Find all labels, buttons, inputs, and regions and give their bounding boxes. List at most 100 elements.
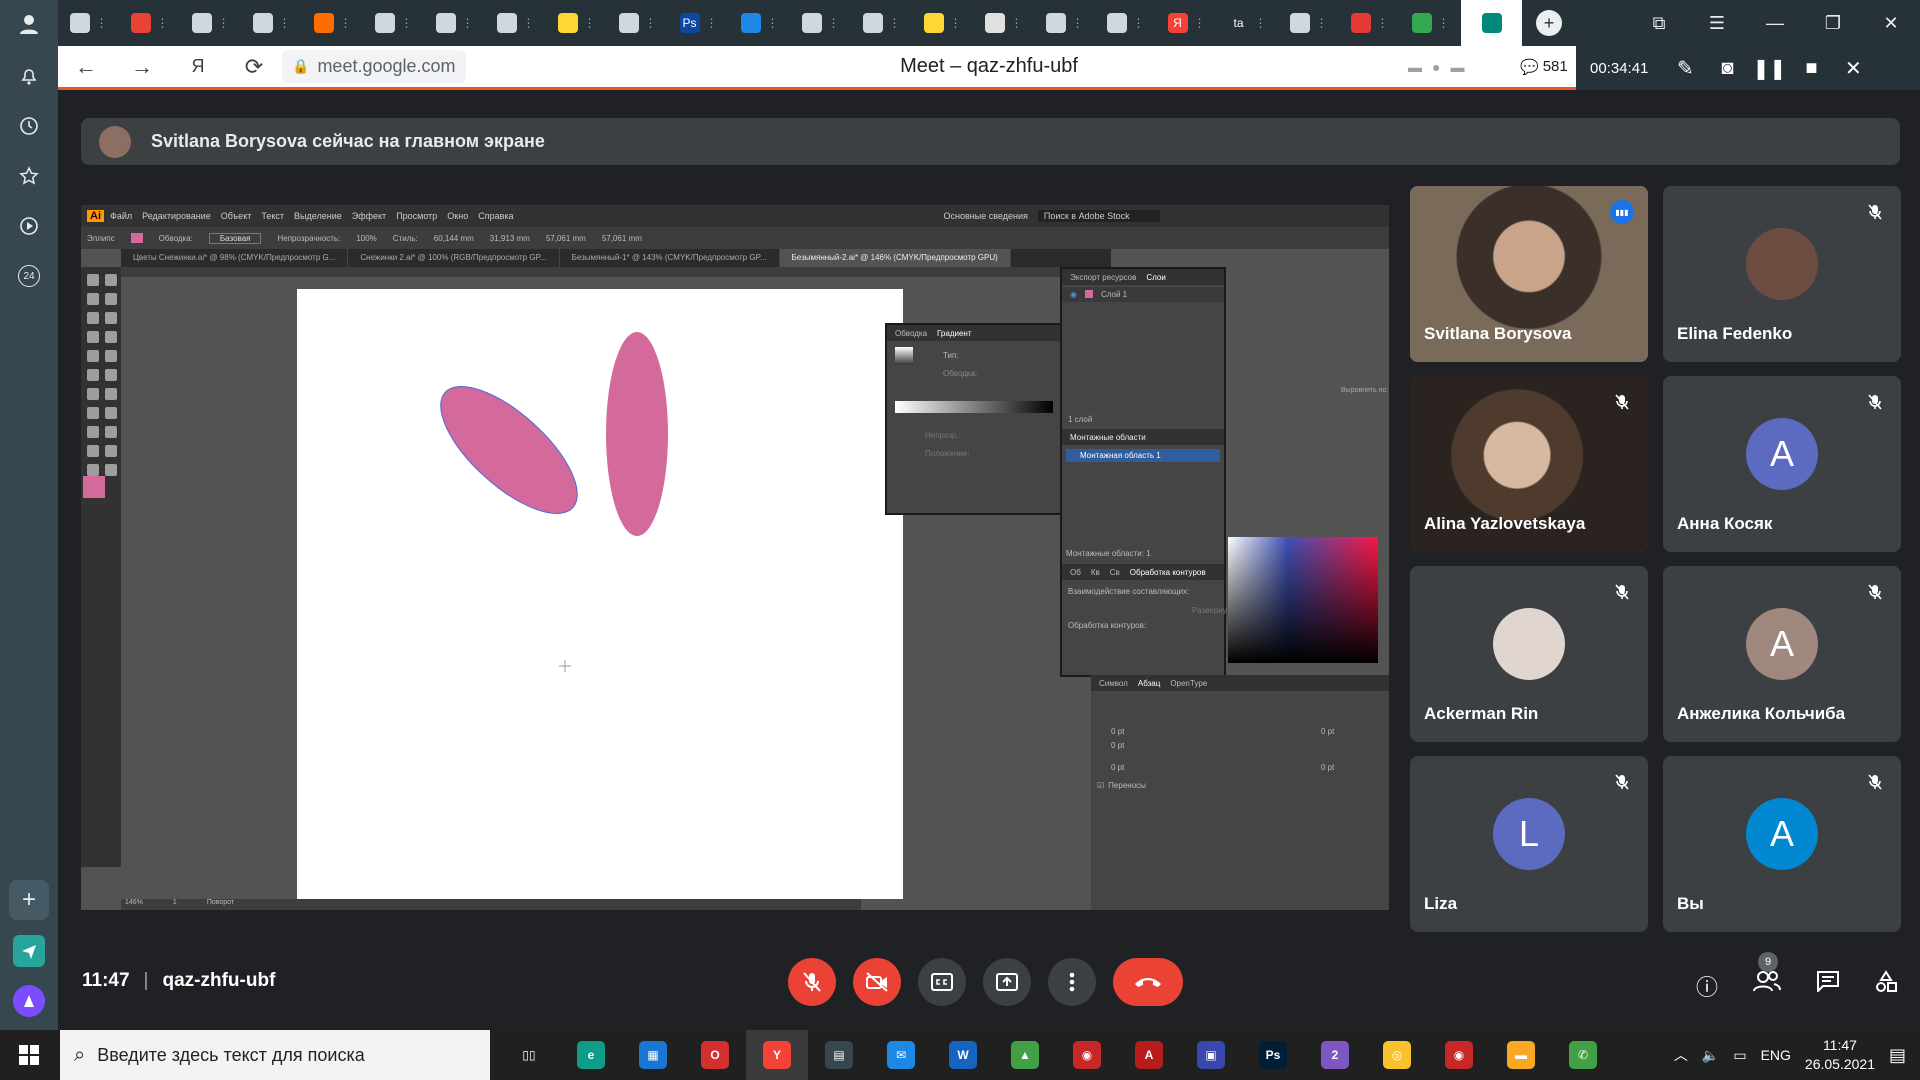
chat-indicator-icon[interactable]: ▬ [1450, 59, 1464, 75]
para-space-before[interactable]: 0 pt [1111, 763, 1124, 772]
pencil-icon[interactable]: ✎ [1664, 56, 1706, 81]
taskbar-app-word[interactable]: W [932, 1030, 994, 1080]
network-icon[interactable]: ▭ [1733, 1047, 1746, 1064]
ai-tool[interactable] [87, 350, 99, 362]
new-tab-button[interactable]: + [1536, 10, 1562, 36]
ai-tool[interactable] [105, 274, 117, 286]
ai-menu-view[interactable]: Просмотр [396, 211, 437, 221]
ai-tool[interactable] [105, 464, 117, 476]
notifications-icon[interactable]: ▤ [1889, 1045, 1906, 1066]
browser-tab[interactable]: ⋮ [424, 0, 485, 46]
activities-icon[interactable] [1874, 970, 1898, 1002]
browser-tab[interactable]: ⋮ [302, 0, 363, 46]
ai-tool[interactable] [105, 350, 117, 362]
taskbar-app-save-app[interactable]: ▣ [1180, 1030, 1242, 1080]
layers-tab-layers[interactable]: Слои [1146, 273, 1165, 282]
browser-tab[interactable]: ⋮ [1095, 0, 1156, 46]
ai-tool[interactable] [105, 331, 117, 343]
ai-workspace[interactable]: Основные сведения [944, 211, 1028, 221]
participant-tile[interactable]: Ackerman Rin [1410, 566, 1648, 742]
browser-tab[interactable]: ⋮ [546, 0, 607, 46]
para-tab-opentype[interactable]: OpenType [1170, 679, 1207, 688]
mic-off-button[interactable] [788, 958, 836, 1006]
send-app-icon[interactable] [13, 935, 45, 967]
para-indent-first[interactable]: 0 pt [1111, 741, 1124, 750]
ai-height2-value[interactable]: 57,061 mm [602, 234, 642, 243]
user-icon[interactable] [13, 8, 45, 40]
taskbar-app-viber[interactable]: 2 [1304, 1030, 1366, 1080]
tray-chevron-icon[interactable]: ︿ [1674, 1045, 1688, 1065]
ai-tool[interactable] [105, 426, 117, 438]
pf-tab-pathfinder[interactable]: Обработка контуров [1130, 568, 1206, 577]
ai-tool[interactable] [87, 407, 99, 419]
ai-doc-tab[interactable]: Цветы Снежинки.ai* @ 98% (CMYK/Предпросм… [121, 249, 349, 267]
browser-tab[interactable]: ⋮ [790, 0, 851, 46]
ai-stock-search[interactable]: Поиск в Adobe Stock [1037, 210, 1160, 222]
star-icon[interactable] [13, 160, 45, 192]
ai-petal-left[interactable] [421, 366, 597, 535]
taskbar-app-calculator[interactable]: ▦ [622, 1030, 684, 1080]
browser-tab[interactable]: ⋮ [912, 0, 973, 46]
eye-icon[interactable]: ◉ [1070, 290, 1077, 299]
stop-icon[interactable]: ■ [1790, 57, 1832, 80]
ai-tool[interactable] [105, 388, 117, 400]
taskbar-app-acrobat[interactable]: A [1118, 1030, 1180, 1080]
ai-doc-tab[interactable]: Безымянный-1* @ 143% (CMYK/Предпросмотр … [560, 249, 780, 267]
gradient-tab-stroke[interactable]: Обводка [895, 329, 927, 338]
meeting-details-icon[interactable]: ⓘ [1696, 970, 1718, 1002]
participant-tile[interactable]: Alina Yazlovetskaya [1410, 376, 1648, 552]
ai-tool[interactable] [87, 388, 99, 400]
captions-button[interactable] [918, 958, 966, 1006]
ai-menu-text[interactable]: Текст [261, 211, 284, 221]
ai-tool[interactable] [87, 293, 99, 305]
url-field[interactable]: 🔒 meet.google.com [282, 50, 466, 83]
ai-menu-window[interactable]: Окно [447, 211, 468, 221]
mic-indicator-icon[interactable]: ● [1432, 59, 1440, 75]
browser-tab[interactable]: ⋮ [1339, 0, 1400, 46]
browser-tab[interactable]: ⋮ [973, 0, 1034, 46]
browser-tab[interactable]: ⋮ [119, 0, 180, 46]
artboard-item[interactable]: Монтажная область 1 [1066, 449, 1220, 462]
para-space-after[interactable]: 0 pt [1321, 763, 1334, 772]
browser-tab[interactable]: ⋮ [1034, 0, 1095, 46]
ai-fill-swatch[interactable] [130, 233, 143, 243]
para-hyphenate[interactable]: ☑ Переносы [1097, 781, 1146, 790]
alice-icon[interactable] [13, 985, 45, 1017]
para-tab-char[interactable]: Символ [1099, 679, 1128, 688]
browser-tab[interactable]: ⋮ [180, 0, 241, 46]
browser-tab[interactable]: ⋮ [58, 0, 119, 46]
browser-tab[interactable]: ⋮ [729, 0, 790, 46]
ai-tool[interactable] [105, 407, 117, 419]
screenshot-camera-icon[interactable]: ◙ [1706, 57, 1748, 80]
gradient-preview[interactable] [895, 347, 913, 365]
menu-icon[interactable]: ☰ [1688, 13, 1746, 34]
participant-tile[interactable]: A Анна Косяк [1663, 376, 1901, 552]
browser-tab[interactable]: ⋮ [851, 0, 912, 46]
taskbar-app-photoshop[interactable]: Ps [1242, 1030, 1304, 1080]
taskbar-app-camera-app[interactable]: ◉ [1056, 1030, 1118, 1080]
ai-width-value[interactable]: 60,144 mm [434, 234, 474, 243]
windows-start-button[interactable] [0, 1030, 58, 1080]
ai-menu-file[interactable]: Файл [110, 211, 132, 221]
close-recording-icon[interactable]: ✕ [1832, 56, 1874, 81]
bell-icon[interactable] [13, 60, 45, 92]
browser-tab[interactable]: ⋮ [241, 0, 302, 46]
participant-tile[interactable]: ▮▮▮ Svitlana Borysova [1410, 186, 1648, 362]
taskbar-app-explorer[interactable]: ▬ [1490, 1030, 1552, 1080]
browser-tab[interactable]: ⋮ [363, 0, 424, 46]
close-icon[interactable]: ✕ [1862, 13, 1920, 34]
taskbar-app-task-view[interactable]: ▯▯ [498, 1030, 560, 1080]
ai-zoom[interactable]: 146% [125, 899, 143, 910]
ai-menu-object[interactable]: Объект [221, 211, 252, 221]
language-indicator[interactable]: ENG [1761, 1047, 1791, 1063]
ai-doc-tab[interactable]: Безымянный-2.ai* @ 146% (CMYK/Предпросмо… [779, 249, 1011, 267]
chat-counter[interactable]: 💬 581 [1520, 58, 1568, 76]
ai-menu-edit[interactable]: Редактирование [142, 211, 211, 221]
ai-doc-tab[interactable]: Снежинки 2.ai* @ 100% (RGB/Предпросмотр … [348, 249, 560, 267]
taskbar-clock[interactable]: 11:47 26.05.2021 [1805, 1036, 1875, 1074]
camera-indicator-icon[interactable]: ▬ [1408, 59, 1422, 75]
browser-tab[interactable]: ⋮ [485, 0, 546, 46]
ai-artboard[interactable] [297, 289, 903, 899]
taskbar-app-mail[interactable]: ✉ [870, 1030, 932, 1080]
ai-color-spectrum[interactable] [1228, 537, 1378, 663]
